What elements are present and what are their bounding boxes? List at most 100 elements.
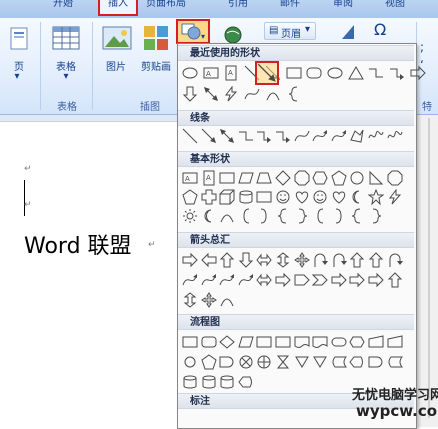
rbracket-shape-icon[interactable]	[331, 208, 347, 224]
lrarrow-shape-icon[interactable]	[256, 272, 272, 288]
hourglass-shape-icon[interactable]	[275, 354, 291, 370]
smiley-shape-icon[interactable]	[275, 189, 291, 205]
hex-shape-icon[interactable]	[312, 170, 328, 186]
rarrow-shape-icon[interactable]	[410, 65, 426, 81]
vtextbox-shape-icon[interactable]: A	[201, 170, 217, 186]
process-shape-icon[interactable]	[256, 334, 272, 350]
prep-shape-icon[interactable]	[349, 334, 365, 350]
can-shape-icon[interactable]	[201, 374, 217, 390]
header-button[interactable]: ▤ 页眉 ▾	[264, 22, 316, 40]
uarrow-shape-icon[interactable]	[368, 252, 384, 268]
rarrow-shape-icon[interactable]	[349, 272, 365, 288]
heart-shape-icon[interactable]	[294, 189, 310, 205]
textbox-shape-icon[interactable]: A	[182, 170, 198, 186]
rtri-shape-icon[interactable]	[368, 170, 384, 186]
pentarrow-shape-icon[interactable]	[294, 272, 310, 288]
process-shape-icon[interactable]	[182, 334, 198, 350]
scribble-shape-icon[interactable]	[387, 128, 403, 144]
uturn-shape-icon[interactable]	[331, 252, 347, 268]
can-shape-icon[interactable]	[219, 374, 235, 390]
lbracket-shape-icon[interactable]	[238, 208, 254, 224]
tab-mailings[interactable]: 邮件	[280, 0, 310, 14]
star-shape-icon[interactable]	[368, 189, 384, 205]
picture-button[interactable]	[100, 24, 134, 54]
oval-shape-icon[interactable]	[327, 65, 343, 81]
pent-shape-icon[interactable]	[331, 170, 347, 186]
rarrow-shape-icon[interactable]	[331, 272, 347, 288]
shapes-button[interactable]: ▾	[176, 19, 210, 44]
udarrow-shape-icon[interactable]	[182, 292, 198, 308]
tab-references[interactable]: 引用	[228, 0, 258, 14]
rbracket-shape-icon[interactable]	[256, 208, 272, 224]
lrarrow-shape-icon[interactable]	[256, 252, 272, 268]
elbowarrow-shape-icon[interactable]	[389, 65, 405, 81]
textbox-button[interactable]	[338, 22, 358, 42]
rbrace-shape-icon[interactable]	[294, 208, 310, 224]
oct-shape-icon[interactable]	[387, 170, 403, 186]
freeform-shape-icon[interactable]	[349, 128, 365, 144]
doc-shape-icon[interactable]	[312, 334, 328, 350]
tri-shape-icon[interactable]	[348, 65, 364, 81]
curvearrow-shape-icon[interactable]	[182, 272, 198, 288]
delay-shape-icon[interactable]	[219, 354, 235, 370]
rrect-shape-icon[interactable]	[306, 65, 322, 81]
moon-shape-icon[interactable]	[349, 189, 365, 205]
document-text[interactable]: Word 联盟	[24, 228, 132, 260]
altproc-shape-icon[interactable]	[201, 334, 217, 350]
display-shape-icon[interactable]	[238, 374, 254, 390]
merge-shape-icon[interactable]	[312, 354, 328, 370]
curvearrow-shape-icon[interactable]	[238, 272, 254, 288]
elbowarrow-shape-icon[interactable]	[275, 128, 291, 144]
heart-shape-icon[interactable]	[331, 189, 347, 205]
quad-shape-icon[interactable]	[201, 292, 217, 308]
sun-shape-icon[interactable]	[182, 208, 198, 224]
paral-shape-icon[interactable]	[238, 170, 254, 186]
textbox-shape-icon[interactable]: A	[203, 65, 219, 81]
data-shape-icon[interactable]	[238, 334, 254, 350]
punctuation-icon[interactable]: ;	[420, 40, 424, 54]
dblarrow-shape-icon[interactable]	[203, 86, 219, 102]
lightning-shape-icon[interactable]	[223, 86, 239, 102]
uturn-shape-icon[interactable]	[312, 252, 328, 268]
curve-shape-icon[interactable]	[244, 86, 260, 102]
lbrace-shape-icon[interactable]	[349, 208, 365, 224]
connector-shape-icon[interactable]	[182, 354, 198, 370]
diamond-shape-icon[interactable]	[275, 170, 291, 186]
delay-shape-icon[interactable]	[368, 354, 384, 370]
uturn-shape-icon[interactable]	[387, 252, 403, 268]
arrow-shape-icon[interactable]	[201, 128, 217, 144]
process-shape-icon[interactable]	[275, 334, 291, 350]
decision-shape-icon[interactable]	[219, 334, 235, 350]
scribble-shape-icon[interactable]	[368, 128, 384, 144]
table-button[interactable]	[50, 24, 82, 54]
darrow-shape-icon[interactable]	[238, 252, 254, 268]
tab-review[interactable]: 审阅	[333, 0, 363, 14]
pent-shape-icon[interactable]	[182, 189, 198, 205]
larrow-shape-icon[interactable]	[201, 252, 217, 268]
rect-shape-icon[interactable]	[286, 65, 302, 81]
uarrow-shape-icon[interactable]	[219, 252, 235, 268]
lightning-shape-icon[interactable]	[387, 189, 403, 205]
pluscircle-shape-icon[interactable]	[256, 354, 272, 370]
curvearrow-shape-icon[interactable]	[312, 128, 328, 144]
terminator-shape-icon[interactable]	[331, 334, 347, 350]
line-shape-icon[interactable]	[182, 128, 198, 144]
smiley-shape-icon[interactable]	[312, 189, 328, 205]
rect-shape-icon[interactable]	[219, 170, 235, 186]
selected-arrow-shape-highlight[interactable]	[255, 61, 279, 85]
page-button[interactable]	[6, 26, 32, 52]
vertical-scrollbar[interactable]	[428, 118, 430, 418]
uarrow-shape-icon[interactable]	[387, 272, 403, 288]
tab-start[interactable]: 开始	[53, 0, 83, 14]
circle-shape-icon[interactable]	[349, 170, 365, 186]
trap-shape-icon[interactable]	[256, 170, 272, 186]
udarrow-shape-icon[interactable]	[275, 252, 291, 268]
tab-insert[interactable]: 插入	[98, 0, 138, 16]
tab-page-layout[interactable]: 页面布局	[146, 0, 200, 14]
chevron-shape-icon[interactable]	[312, 272, 328, 288]
manual-shape-icon[interactable]	[368, 334, 384, 350]
uarrow-shape-icon[interactable]	[349, 252, 365, 268]
elbowarrow-shape-icon[interactable]	[256, 128, 272, 144]
storage-shape-icon[interactable]	[331, 354, 347, 370]
rarrow-shape-icon[interactable]	[368, 272, 384, 288]
